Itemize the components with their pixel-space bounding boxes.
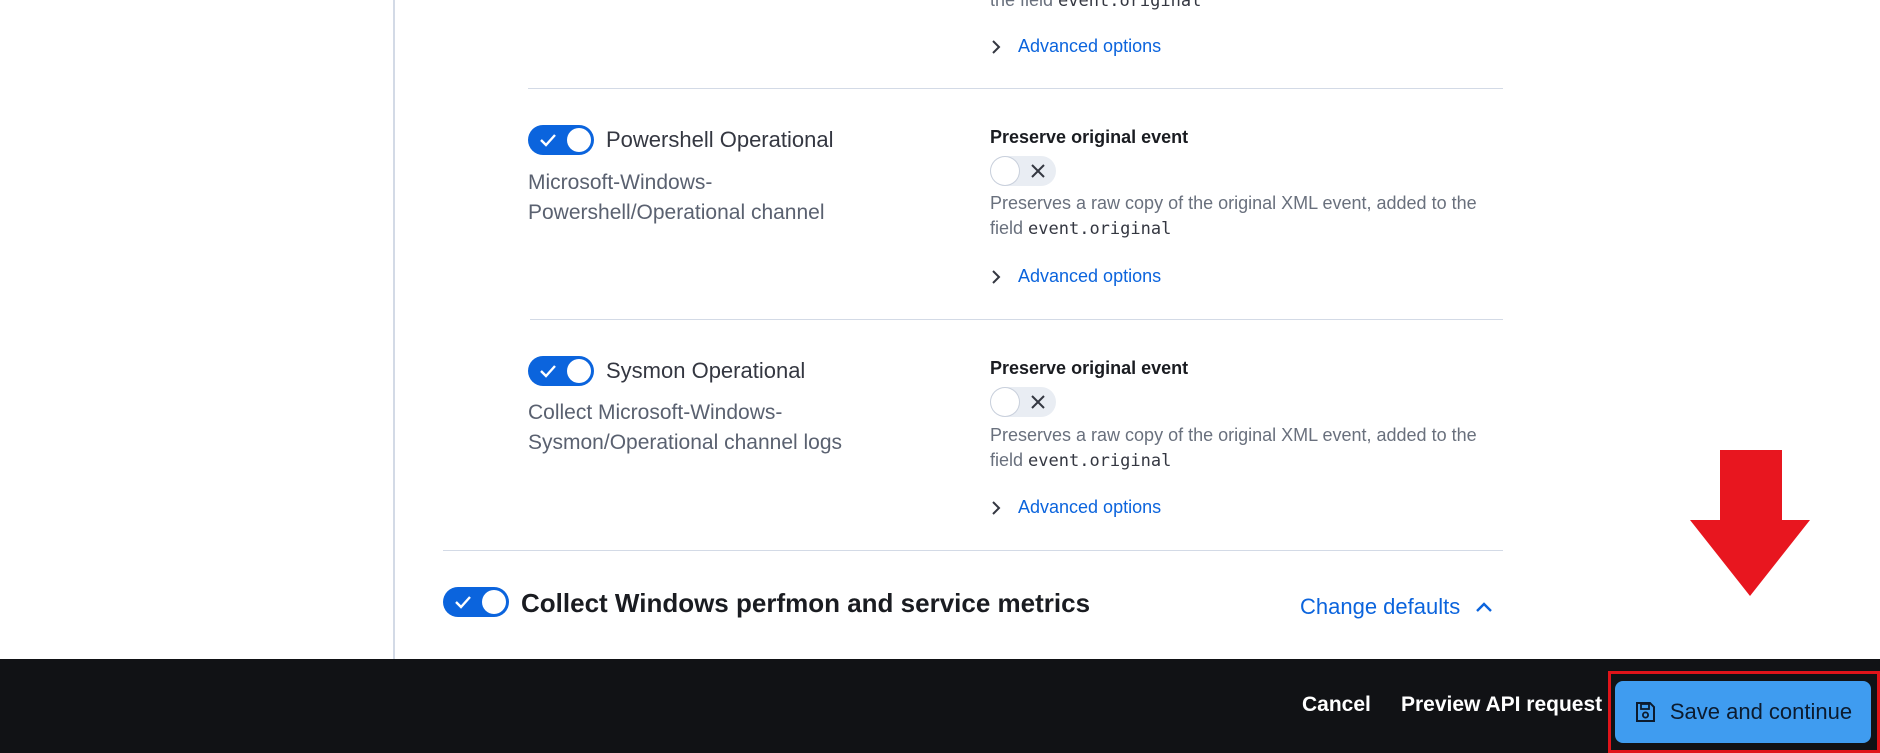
stream-title: Sysmon Operational: [606, 358, 806, 383]
change-defaults-button[interactable]: Change defaults: [1300, 594, 1494, 620]
windows-perfmon-section-toggle[interactable]: [443, 587, 509, 617]
check-icon: [540, 365, 556, 378]
preserve-help-text: Preserves a raw copy of the original XML…: [990, 193, 1477, 239]
sysmon-operational-toggle[interactable]: [528, 356, 594, 386]
preserve-help-text: Preserves a raw copy of the original XML…: [990, 425, 1477, 471]
chevron-up-icon: [1476, 602, 1493, 612]
preview-api-request-button[interactable]: Preview API request: [1401, 693, 1602, 717]
advanced-options-link[interactable]: Advanced options: [990, 497, 1161, 518]
top-help-text: the field event.original: [990, 0, 1202, 11]
preserve-original-event-label: Preserve original event: [990, 358, 1189, 378]
preserve-original-event-toggle[interactable]: [990, 387, 1056, 417]
chevron-right-icon: [992, 39, 1001, 54]
preserve-original-event-toggle[interactable]: [990, 156, 1056, 186]
stream-description: Microsoft-Windows-Powershell/Operational…: [528, 171, 825, 224]
preserve-original-event-label: Preserve original event: [990, 127, 1189, 147]
check-icon: [540, 134, 556, 147]
save-and-continue-button[interactable]: Save and continue: [1615, 681, 1871, 743]
check-icon: [455, 596, 471, 609]
divider: [530, 319, 1503, 320]
stream-description: Collect Microsoft-Windows-Sysmon/Operati…: [528, 401, 843, 454]
advanced-options-link-top[interactable]: Advanced options: [990, 36, 1161, 57]
cross-icon: [1031, 164, 1045, 178]
advanced-options-link[interactable]: Advanced options: [990, 266, 1161, 287]
chevron-right-icon: [992, 500, 1001, 515]
chevron-right-icon: [992, 269, 1001, 284]
cancel-button[interactable]: Cancel: [1302, 693, 1371, 717]
cross-icon: [1031, 395, 1045, 409]
divider: [528, 88, 1503, 89]
section-title: Collect Windows perfmon and service metr…: [521, 588, 1091, 618]
left-border-line: [393, 0, 395, 660]
down-arrow-icon: [1690, 450, 1810, 596]
stream-title: Powershell Operational: [606, 127, 834, 152]
save-icon: [1635, 702, 1655, 722]
divider: [443, 550, 1503, 551]
powershell-operational-toggle[interactable]: [528, 125, 594, 155]
